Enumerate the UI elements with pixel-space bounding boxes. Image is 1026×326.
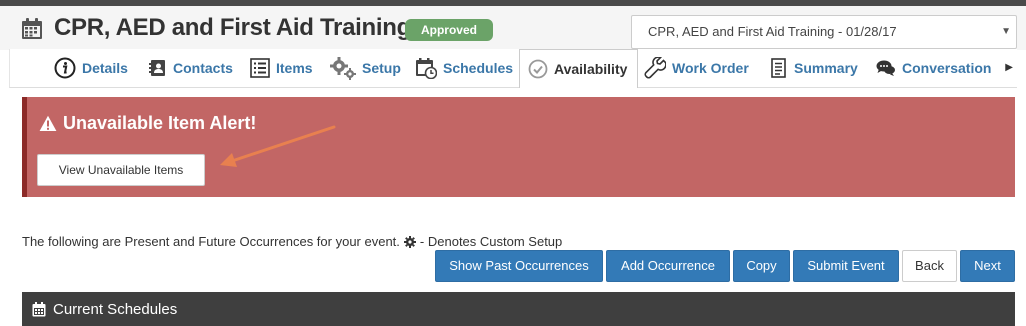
tab-bar: Details Contacts Items Setup Schedules A… bbox=[9, 49, 1017, 89]
info-icon bbox=[54, 57, 76, 79]
header: CPR, AED and First Aid Training Approved… bbox=[0, 6, 1026, 50]
tab-work-order[interactable]: Work Order bbox=[644, 49, 749, 87]
tab-contacts[interactable]: Contacts bbox=[149, 49, 233, 87]
panel-title: Current Schedules bbox=[53, 300, 178, 318]
event-select-value: CPR, AED and First Aid Training - 01/28/… bbox=[648, 24, 897, 39]
custom-setup-legend: - Denotes Custom Setup bbox=[419, 234, 563, 249]
info-text: The following are Present and Future Occ… bbox=[22, 234, 400, 249]
tab-label: Setup bbox=[362, 60, 401, 76]
show-past-occurrences-button[interactable]: Show Past Occurrences bbox=[435, 250, 603, 282]
tab-label: Items bbox=[276, 60, 313, 76]
tab-label: Work Order bbox=[672, 60, 749, 76]
tab-details[interactable]: Details bbox=[54, 49, 128, 87]
tab-scroll-right-icon[interactable]: ▶ bbox=[1005, 62, 1013, 73]
warning-icon bbox=[39, 115, 57, 131]
check-circle-icon bbox=[528, 59, 548, 79]
tab-label: Conversation bbox=[902, 60, 992, 76]
gears-icon bbox=[330, 57, 356, 80]
chevron-down-icon: ▼ bbox=[1001, 26, 1011, 37]
tab-summary[interactable]: Summary bbox=[770, 49, 858, 87]
unavailable-item-alert: Unavailable Item Alert! View Unavailable… bbox=[22, 97, 1015, 197]
tab-items[interactable]: Items bbox=[250, 49, 313, 87]
add-occurrence-button[interactable]: Add Occurrence bbox=[606, 250, 730, 282]
tab-conversation[interactable]: Conversation bbox=[876, 49, 991, 87]
occurrences-info: The following are Present and Future Occ… bbox=[22, 234, 562, 249]
tab-label: Availability bbox=[554, 61, 628, 77]
tab-label: Details bbox=[82, 60, 128, 76]
tab-setup[interactable]: Setup bbox=[330, 49, 401, 87]
current-schedules-panel-header: Current Schedules bbox=[22, 292, 1015, 326]
document-icon bbox=[771, 58, 786, 78]
tab-label: Summary bbox=[794, 60, 858, 76]
gear-icon bbox=[403, 235, 416, 248]
calendar-icon bbox=[32, 301, 46, 316]
page-title: CPR, AED and First Aid Training bbox=[54, 14, 411, 41]
tab-label: Contacts bbox=[173, 60, 233, 76]
annotation-arrow bbox=[220, 125, 336, 167]
calendar-icon bbox=[20, 17, 44, 41]
tab-label: Schedules bbox=[443, 60, 514, 76]
calendar-clock-icon bbox=[416, 58, 437, 79]
submit-event-button[interactable]: Submit Event bbox=[793, 250, 899, 282]
address-book-icon bbox=[149, 60, 165, 76]
tab-availability[interactable]: Availability bbox=[519, 49, 639, 89]
event-select[interactable]: CPR, AED and First Aid Training - 01/28/… bbox=[631, 15, 1017, 49]
next-button[interactable]: Next bbox=[960, 250, 1015, 282]
back-button[interactable]: Back bbox=[902, 250, 957, 282]
copy-button[interactable]: Copy bbox=[733, 250, 790, 282]
view-unavailable-items-button[interactable]: View Unavailable Items bbox=[37, 154, 205, 186]
chat-icon bbox=[876, 60, 895, 76]
tab-schedules[interactable]: Schedules bbox=[415, 49, 513, 87]
list-icon bbox=[250, 58, 270, 78]
wrench-icon bbox=[644, 57, 666, 79]
status-badge: Approved bbox=[405, 19, 493, 41]
